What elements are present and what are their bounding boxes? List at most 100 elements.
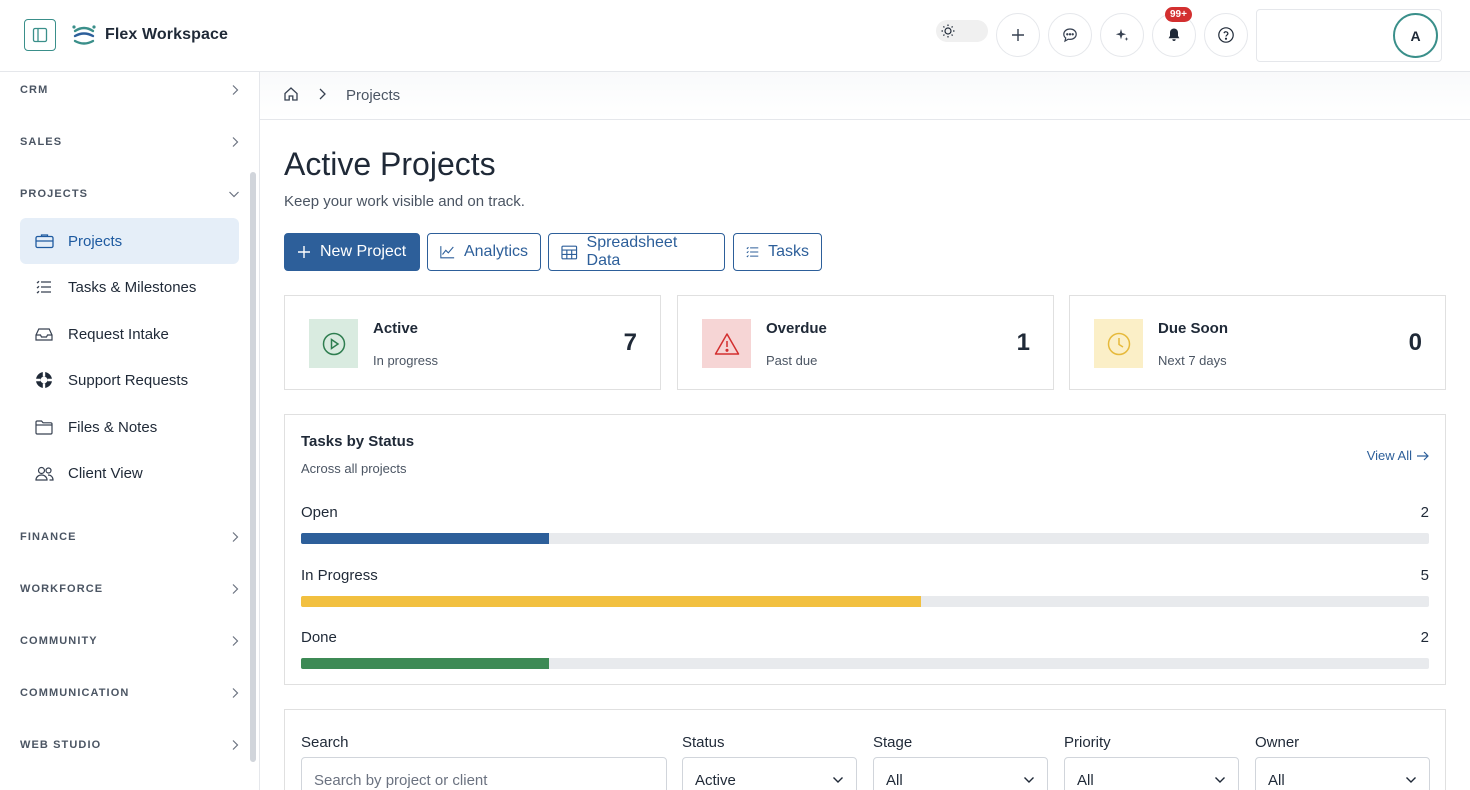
- analytics-label: Analytics: [463, 243, 528, 260]
- list-icon: [36, 280, 51, 294]
- bell-icon: [1168, 28, 1180, 41]
- sidebar-item-projects[interactable]: Projects: [20, 218, 239, 264]
- panel-title: Tasks by Status: [301, 433, 415, 450]
- owner-select[interactable]: All: [1255, 757, 1430, 790]
- stat-card-due-soon[interactable]: Due Soon Next 7 days 0: [1069, 295, 1446, 390]
- line-chart-icon: [440, 246, 455, 259]
- stage-select[interactable]: All: [873, 757, 1048, 790]
- analytics-button[interactable]: Analytics: [427, 233, 541, 271]
- search-input[interactable]: Search by project or client: [301, 757, 667, 790]
- sparkle-icon: [1115, 29, 1129, 41]
- owner-filter-label: Owner: [1255, 734, 1300, 751]
- chat-icon: [1063, 28, 1077, 43]
- priority-filter-label: Priority: [1064, 734, 1111, 751]
- sidebar-panel-icon: [32, 27, 48, 43]
- breadcrumb-current: Projects: [346, 87, 401, 104]
- tasks-by-status-panel: Tasks by Status Across all projects View…: [284, 414, 1446, 685]
- chevron-right-icon: [232, 532, 239, 542]
- chevron-down-icon: [1406, 777, 1416, 783]
- page-subtitle: Keep your work visible and on track.: [284, 193, 525, 210]
- section-label: SALES: [20, 136, 63, 148]
- sidebar-item-label: Projects: [68, 232, 123, 250]
- chevron-right-icon: [319, 88, 326, 100]
- chevron-down-icon: [229, 191, 239, 198]
- breadcrumb: Projects: [260, 72, 1470, 120]
- sidebar-item-tasks-milestones[interactable]: Tasks & Milestones: [20, 264, 239, 310]
- sidebar-item-client-view[interactable]: Client View: [20, 450, 239, 496]
- stat-value: 7: [623, 329, 637, 356]
- messages-button[interactable]: [1048, 13, 1092, 57]
- sidebar-item-label: Tasks & Milestones: [68, 278, 197, 296]
- folder-icon: [35, 419, 53, 435]
- help-button[interactable]: [1204, 13, 1248, 57]
- chevron-down-icon: [1215, 777, 1225, 783]
- theme-toggle[interactable]: [936, 20, 988, 42]
- stat-subtitle: In progress: [373, 353, 439, 368]
- sidebar-item-label: Support Requests: [68, 371, 189, 389]
- stage-select-value: All: [886, 771, 903, 789]
- status-select-value: Active: [695, 771, 736, 789]
- sidebar-section-finance[interactable]: FINANCE: [20, 527, 240, 547]
- stat-icon-bg: [1094, 319, 1143, 368]
- sidebar-item-request-intake[interactable]: Request Intake: [20, 311, 239, 357]
- new-project-button[interactable]: New Project: [284, 233, 420, 271]
- sidebar: CRM SALES PROJECTS Projects Tasks & Mile…: [0, 72, 260, 790]
- sidebar-section-sales[interactable]: SALES: [20, 132, 240, 152]
- stat-icon-bg: [309, 319, 358, 368]
- priority-select-value: All: [1077, 771, 1094, 789]
- progress-fill: [301, 533, 550, 544]
- view-all-link[interactable]: View All: [1367, 448, 1429, 463]
- priority-select[interactable]: All: [1064, 757, 1239, 790]
- progress-track: [301, 658, 1429, 669]
- sun-icon: [941, 24, 955, 38]
- filters-panel: Search Search by project or client Statu…: [284, 709, 1446, 790]
- spreadsheet-data-button[interactable]: Spreadsheet Data: [548, 233, 725, 271]
- avatar-initial: A: [1410, 27, 1421, 44]
- stat-title: Overdue: [766, 320, 827, 337]
- tasks-button[interactable]: Tasks: [733, 233, 822, 271]
- stat-subtitle: Next 7 days: [1158, 353, 1227, 368]
- brand[interactable]: Flex Workspace: [71, 22, 228, 48]
- stat-value: 1: [1016, 329, 1030, 356]
- progress-fill: [301, 658, 550, 669]
- status-select[interactable]: Active: [682, 757, 857, 790]
- page-title: Active Projects: [284, 146, 496, 182]
- section-label: WEB STUDIO: [20, 739, 102, 751]
- status-count: 2: [1420, 629, 1429, 646]
- sidebar-section-crm[interactable]: CRM: [20, 80, 240, 100]
- chevron-right-icon: [232, 137, 239, 147]
- sidebar-section-web-studio[interactable]: WEB STUDIO: [20, 735, 240, 755]
- sidebar-section-workforce[interactable]: WORKFORCE: [20, 579, 240, 599]
- progress-track: [301, 596, 1429, 607]
- sidebar-item-files-notes[interactable]: Files & Notes: [20, 404, 239, 450]
- sidebar-section-projects[interactable]: PROJECTS: [20, 184, 240, 204]
- tasks-label: Tasks: [768, 243, 809, 260]
- progress-fill: [301, 596, 922, 607]
- spreadsheet-data-label: Spreadsheet Data: [586, 234, 678, 269]
- sidebar-item-support-requests[interactable]: Support Requests: [20, 357, 239, 403]
- section-label: WORKFORCE: [20, 583, 104, 595]
- chevron-right-icon: [232, 636, 239, 646]
- section-label: CRM: [20, 84, 49, 96]
- search-placeholder: Search by project or client: [314, 771, 488, 789]
- chevron-right-icon: [232, 688, 239, 698]
- stage-filter-label: Stage: [873, 734, 913, 751]
- stat-card-active[interactable]: Active In progress 7: [284, 295, 661, 390]
- view-all-label: View All: [1366, 448, 1412, 463]
- stat-card-overdue[interactable]: Overdue Past due 1: [677, 295, 1054, 390]
- create-button[interactable]: [996, 13, 1040, 57]
- users-icon: [34, 466, 54, 481]
- sidebar-toggle-button[interactable]: [24, 19, 56, 51]
- top-bar: Flex Workspace 99+ A: [0, 0, 1470, 72]
- sidebar-scrollbar[interactable]: [250, 172, 256, 762]
- avatar[interactable]: A: [1393, 13, 1438, 58]
- ai-assistant-button[interactable]: [1100, 13, 1144, 57]
- stat-icon-bg: [702, 319, 751, 368]
- status-label: Done: [301, 629, 337, 646]
- breadcrumb-home[interactable]: [283, 86, 299, 107]
- sidebar-section-community[interactable]: COMMUNITY: [20, 631, 240, 651]
- section-label: COMMUNITY: [20, 635, 98, 647]
- sidebar-section-communication[interactable]: COMMUNICATION: [20, 683, 240, 703]
- sidebar-item-label: Request Intake: [68, 325, 169, 343]
- table-icon: [561, 245, 578, 259]
